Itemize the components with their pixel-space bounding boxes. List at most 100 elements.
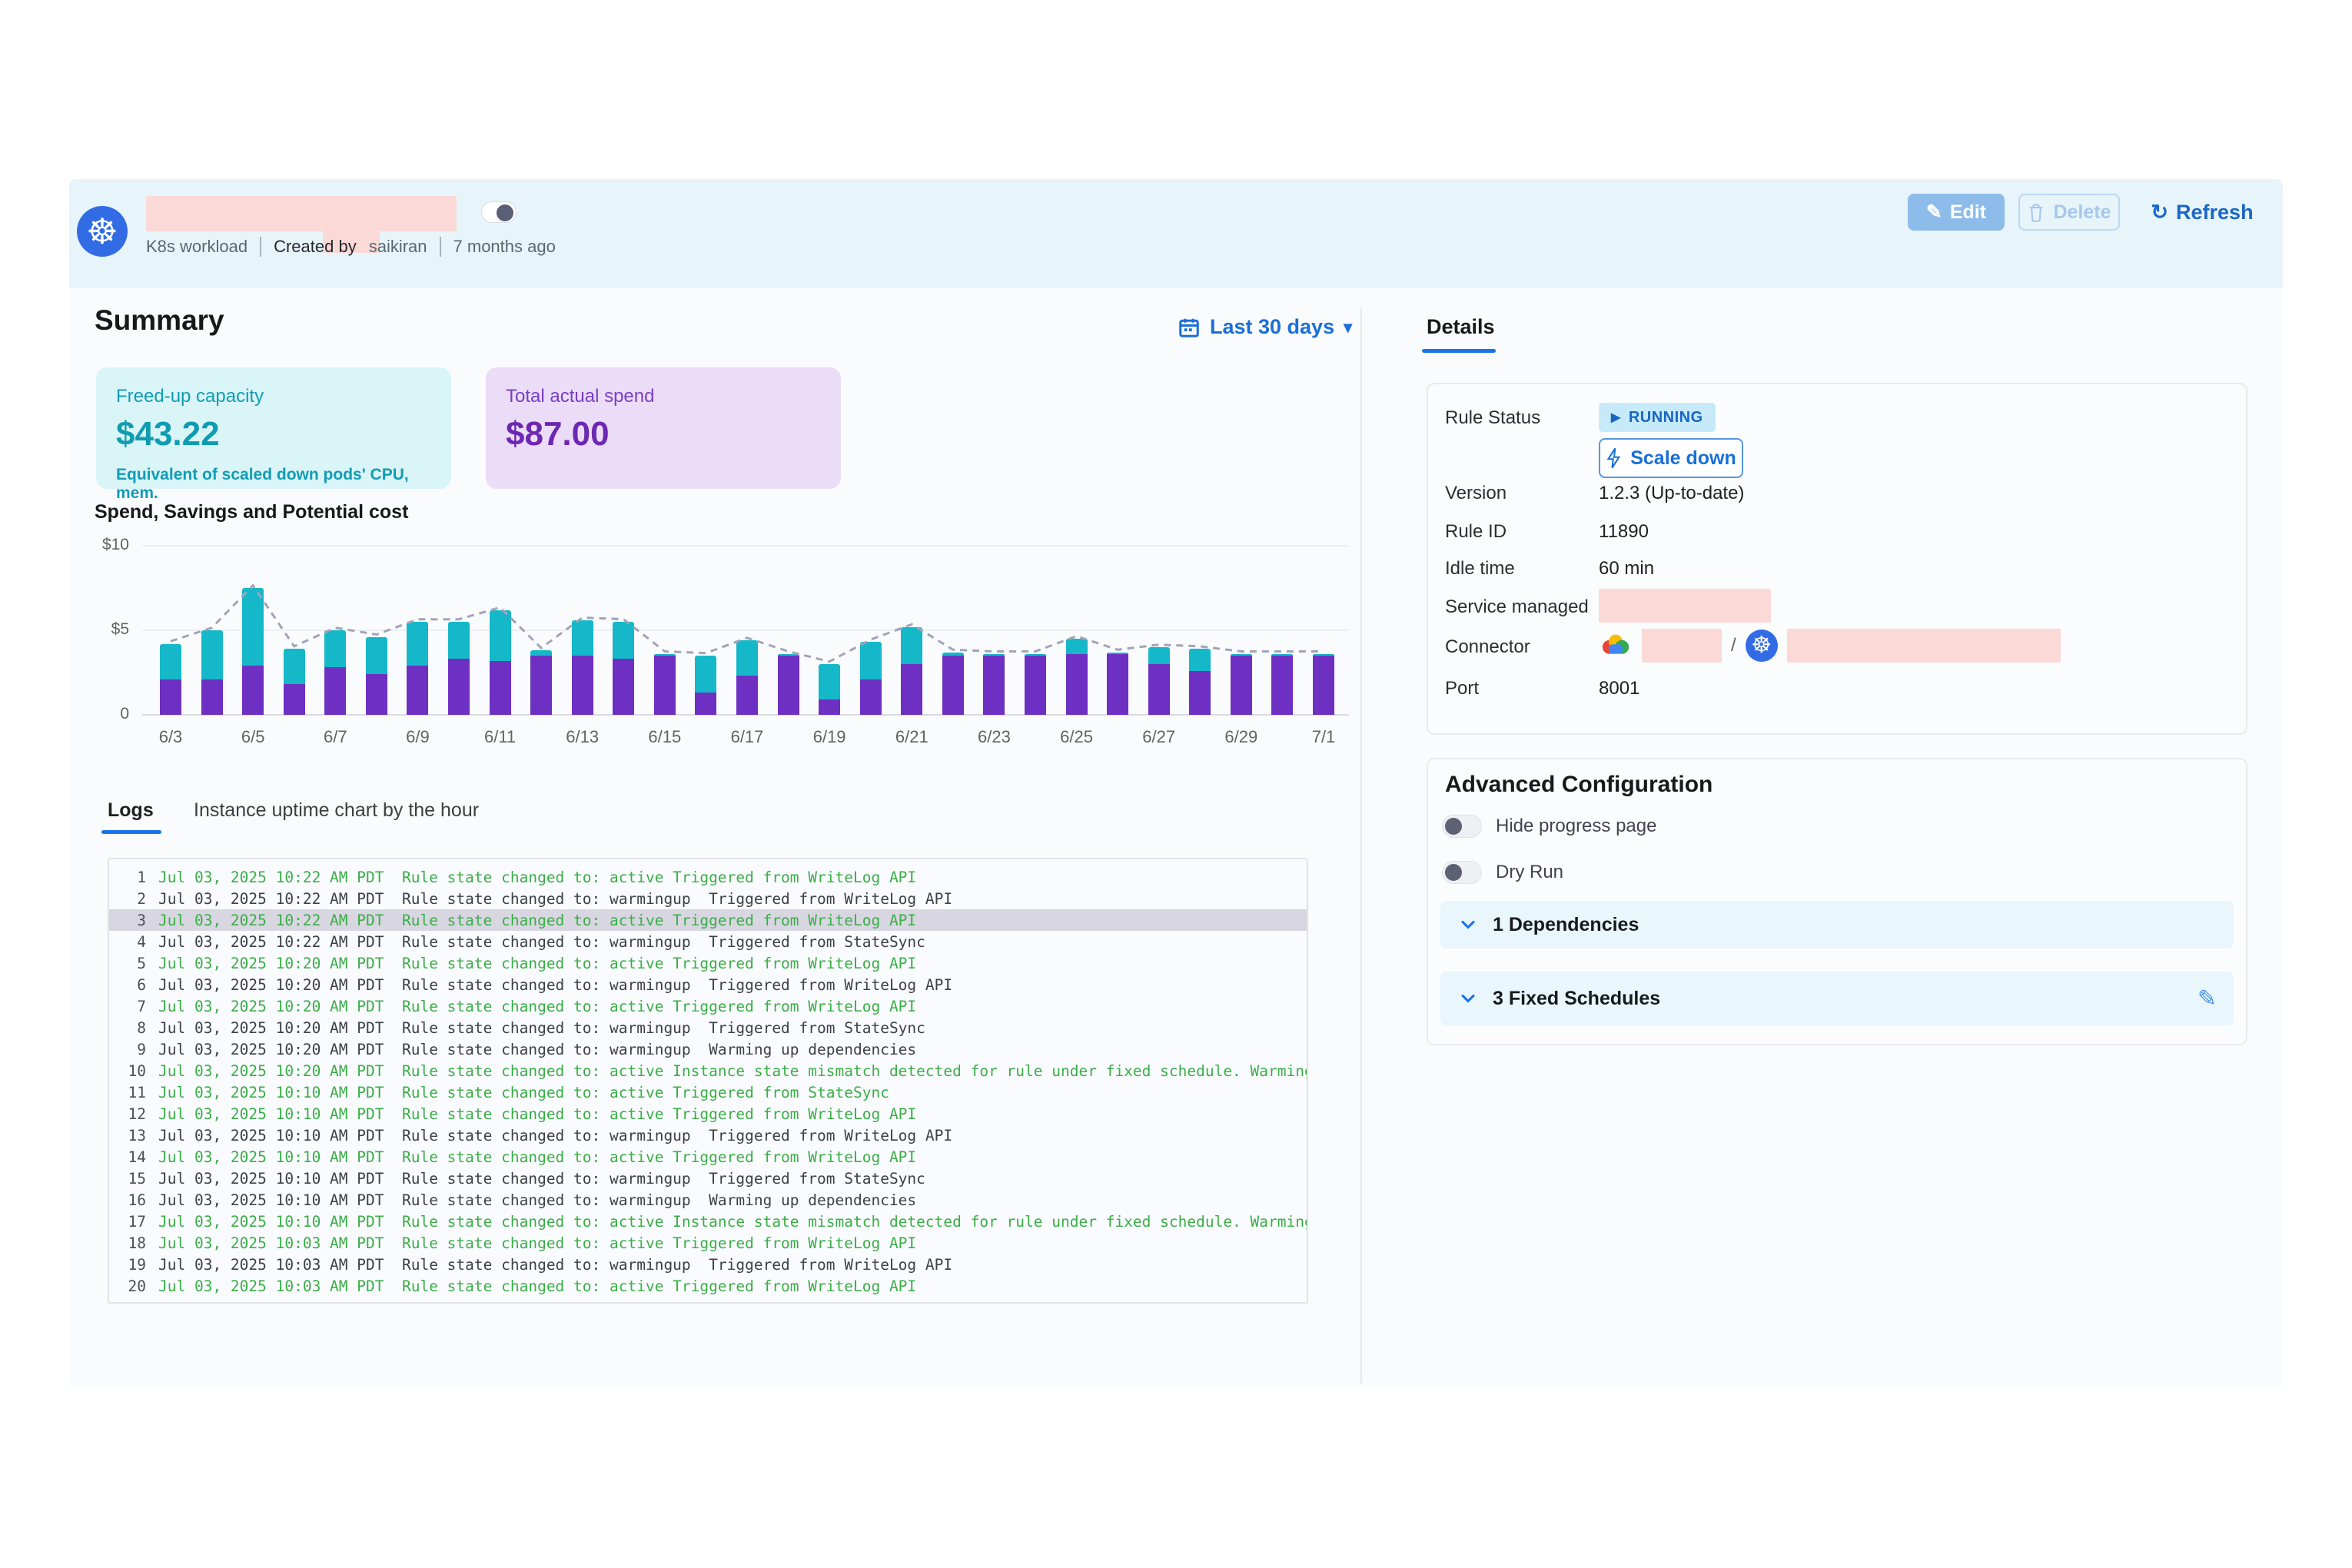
connector-project-redacted xyxy=(1642,629,1722,663)
bar-savings-segment xyxy=(490,610,511,661)
log-row[interactable]: 14Jul 03, 2025 10:10 AM PDT Rule state c… xyxy=(109,1146,1307,1168)
log-row[interactable]: 19Jul 03, 2025 10:03 AM PDT Rule state c… xyxy=(109,1254,1307,1275)
rule-status-badge: ▶ RUNNING xyxy=(1599,403,1716,432)
divider xyxy=(440,237,441,257)
edit-button[interactable]: ✎ Edit xyxy=(1908,194,2005,231)
log-row[interactable]: 3Jul 03, 2025 10:22 AM PDT Rule state ch… xyxy=(109,909,1307,931)
fixed-schedules-accordion[interactable]: 3 Fixed Schedules ✎ xyxy=(1440,972,2234,1025)
log-message: Jul 03, 2025 10:10 AM PDT Rule state cha… xyxy=(158,1084,889,1101)
rule-enabled-toggle[interactable] xyxy=(481,201,517,223)
edit-button-label: Edit xyxy=(1950,201,1986,224)
log-row[interactable]: 4Jul 03, 2025 10:22 AM PDT Rule state ch… xyxy=(109,931,1307,952)
x-axis-tick-label: 6/27 xyxy=(1128,727,1190,747)
bar-spend-segment xyxy=(819,699,840,715)
accordion-title: 3 Fixed Schedules xyxy=(1493,988,1660,1010)
divider xyxy=(260,237,261,257)
bar-spend-segment xyxy=(942,656,964,715)
details-card xyxy=(1427,383,2247,735)
service-managed-label: Service managed xyxy=(1445,596,1589,618)
rule-id-value: 11890 xyxy=(1599,521,1649,543)
log-viewer[interactable]: 1Jul 03, 2025 10:22 AM PDT Rule state ch… xyxy=(108,858,1308,1304)
kubernetes-icon: ☸ xyxy=(77,206,128,257)
card-label: Freed-up capacity xyxy=(116,386,431,407)
tab-details[interactable]: Details xyxy=(1427,315,1495,339)
log-row[interactable]: 5Jul 03, 2025 10:20 AM PDT Rule state ch… xyxy=(109,952,1307,974)
delete-button[interactable]: Delete xyxy=(2018,194,2120,231)
y-axis-tick-label: $5 xyxy=(83,620,129,639)
bar-spend-segment xyxy=(901,664,922,715)
log-message: Jul 03, 2025 10:20 AM PDT Rule state cha… xyxy=(158,998,916,1015)
x-axis-tick-label: 6/17 xyxy=(716,727,778,747)
connector-label: Connector xyxy=(1445,636,1530,658)
panel-divider xyxy=(1360,307,1362,1384)
scale-down-button[interactable]: Scale down xyxy=(1599,438,1743,478)
log-row[interactable]: 1Jul 03, 2025 10:22 AM PDT Rule state ch… xyxy=(109,866,1307,888)
log-row[interactable]: 17Jul 03, 2025 10:10 AM PDT Rule state c… xyxy=(109,1211,1307,1232)
log-message: Jul 03, 2025 10:03 AM PDT Rule state cha… xyxy=(158,1234,916,1252)
accordion-title: 1 Dependencies xyxy=(1493,914,1639,936)
dry-run-toggle-row: Dry Run xyxy=(1442,861,1563,884)
log-row[interactable]: 2Jul 03, 2025 10:22 AM PDT Rule state ch… xyxy=(109,888,1307,909)
toggle-knob xyxy=(497,204,513,221)
bar-savings-segment xyxy=(572,620,593,656)
log-line-number: 17 xyxy=(109,1213,146,1231)
kubernetes-icon: ☸ xyxy=(1746,630,1778,662)
log-line-number: 5 xyxy=(109,955,146,972)
log-row[interactable]: 6Jul 03, 2025 10:20 AM PDT Rule state ch… xyxy=(109,974,1307,995)
dependencies-accordion[interactable]: 1 Dependencies xyxy=(1440,901,2234,948)
hide-progress-toggle[interactable] xyxy=(1442,815,1482,838)
page: ☸ K8s workload Created by saikiran 7 mon… xyxy=(0,0,2352,1568)
log-row[interactable]: 7Jul 03, 2025 10:20 AM PDT Rule state ch… xyxy=(109,995,1307,1017)
refresh-button[interactable]: ↻ Refresh xyxy=(2144,194,2260,231)
play-icon: ▶ xyxy=(1611,410,1621,425)
workload-title-redacted xyxy=(146,196,457,231)
x-axis-tick-label: 6/25 xyxy=(1046,727,1108,747)
x-axis-tick-label: 6/11 xyxy=(470,727,531,747)
bar-spend-segment xyxy=(1025,656,1046,715)
log-row[interactable]: 8Jul 03, 2025 10:20 AM PDT Rule state ch… xyxy=(109,1017,1307,1038)
dry-run-toggle[interactable] xyxy=(1442,861,1482,884)
log-row[interactable]: 16Jul 03, 2025 10:10 AM PDT Rule state c… xyxy=(109,1189,1307,1211)
bar-savings-segment xyxy=(201,630,223,679)
calendar-icon xyxy=(1178,316,1201,339)
edit-schedules-icon[interactable]: ✎ xyxy=(2198,985,2217,1012)
log-line-number: 8 xyxy=(109,1019,146,1037)
x-axis-tick-label: 6/19 xyxy=(799,727,860,747)
log-row[interactable]: 13Jul 03, 2025 10:10 AM PDT Rule state c… xyxy=(109,1125,1307,1146)
bar-spend-segment xyxy=(1148,664,1170,715)
x-axis-tick-label: 6/23 xyxy=(963,727,1025,747)
x-axis-tick-label: 7/1 xyxy=(1293,727,1354,747)
card-label: Total actual spend xyxy=(506,386,821,407)
toggle-label: Dry Run xyxy=(1496,862,1563,883)
log-row[interactable]: 10Jul 03, 2025 10:20 AM PDT Rule state c… xyxy=(109,1060,1307,1081)
log-row[interactable]: 15Jul 03, 2025 10:10 AM PDT Rule state c… xyxy=(109,1168,1307,1189)
x-axis-tick-label: 6/5 xyxy=(222,727,284,747)
bar-spend-segment xyxy=(160,679,181,715)
connector-cluster-redacted xyxy=(1787,629,2061,663)
x-axis-tick-label: 6/21 xyxy=(881,727,942,747)
chart-gridline xyxy=(142,630,1349,631)
log-row[interactable]: 18 Jul 03, 2025 10:03 AM PDT Rule state c… xyxy=(109,1232,1307,1254)
log-row[interactable]: 20Jul 03, 2025 10:03 AM PDT Rule state c… xyxy=(109,1275,1307,1297)
bar-spend-segment xyxy=(201,679,223,715)
date-range-picker[interactable]: Last 30 days ▾ xyxy=(1178,315,1352,339)
log-line-number: 13 xyxy=(109,1127,146,1144)
y-axis-tick-label: 0 xyxy=(83,705,129,723)
log-message: Jul 03, 2025 10:03 AM PDT Rule state cha… xyxy=(158,1277,916,1295)
log-row[interactable]: 9Jul 03, 2025 10:20 AM PDT Rule state ch… xyxy=(109,1038,1307,1060)
log-row[interactable]: 11Jul 03, 2025 10:10 AM PDT Rule state c… xyxy=(109,1081,1307,1103)
service-managed-value-redacted xyxy=(1599,589,1771,623)
refresh-icon: ↻ xyxy=(2151,201,2168,224)
connector-value: / ☸ xyxy=(1599,629,2061,663)
tab-logs[interactable]: Logs xyxy=(108,799,154,822)
log-line-number: 18 xyxy=(109,1234,146,1252)
tab-instance-uptime[interactable]: Instance uptime chart by the hour xyxy=(194,799,479,822)
freed-up-capacity-card: Freed-up capacity $43.22 Equivalent of s… xyxy=(96,367,451,489)
bar-spend-segment xyxy=(407,666,428,715)
workload-meta: K8s workload Created by saikiran 7 month… xyxy=(146,237,556,257)
bar-spend-segment xyxy=(860,679,882,715)
google-cloud-icon xyxy=(1599,632,1633,659)
log-row[interactable]: 12Jul 03, 2025 10:10 AM PDT Rule state c… xyxy=(109,1103,1307,1125)
workload-type-label: K8s workload xyxy=(146,237,247,257)
summary-heading: Summary xyxy=(95,304,224,337)
